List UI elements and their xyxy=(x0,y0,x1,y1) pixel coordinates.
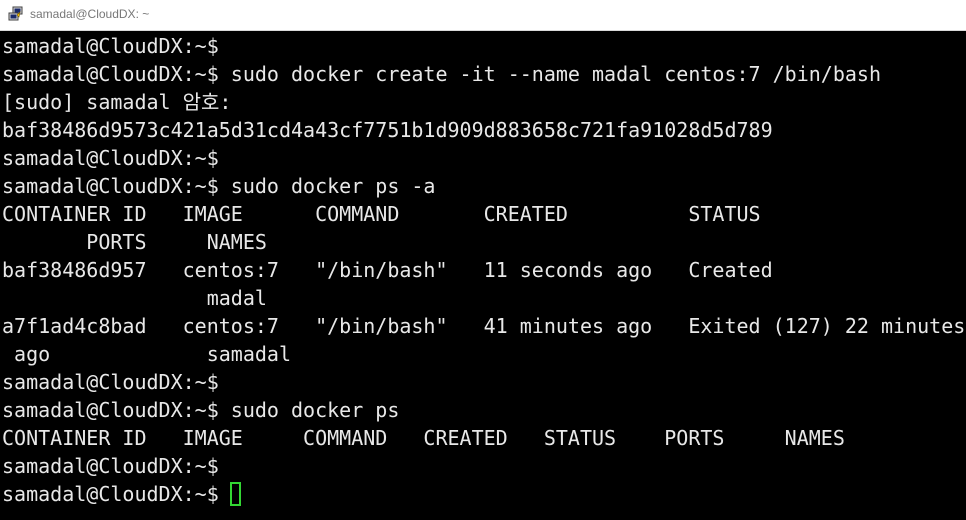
window-title: samadal@CloudDX: ~ xyxy=(30,7,150,21)
terminal-line: madal xyxy=(2,286,267,310)
terminal-line: samadal@CloudDX:~$ sudo docker ps xyxy=(2,398,400,422)
terminal-line: [sudo] samadal 암호: xyxy=(2,90,232,114)
terminal-line: baf38486d9573c421a5d31cd4a43cf7751b1d909… xyxy=(2,118,773,142)
terminal-line: samadal@CloudDX:~$ sudo docker create -i… xyxy=(2,62,881,86)
terminal-output[interactable]: samadal@CloudDX:~$ samadal@CloudDX:~$ su… xyxy=(0,31,966,520)
terminal-prompt-line: samadal@CloudDX:~$ xyxy=(2,482,231,506)
terminal-line: PORTS NAMES xyxy=(2,230,267,254)
terminal-line: ago samadal xyxy=(2,342,291,366)
putty-app-icon xyxy=(8,6,24,22)
terminal-line: baf38486d957 centos:7 "/bin/bash" 11 sec… xyxy=(2,258,773,282)
terminal-cursor xyxy=(230,482,241,506)
terminal-line: samadal@CloudDX:~$ xyxy=(2,146,219,170)
terminal-line: samadal@CloudDX:~$ xyxy=(2,34,219,58)
terminal-line: CONTAINER ID IMAGE COMMAND CREATED STATU… xyxy=(2,202,761,226)
title-bar[interactable]: samadal@CloudDX: ~ xyxy=(0,0,966,31)
terminal-window: samadal@CloudDX: ~ samadal@CloudDX:~$ sa… xyxy=(0,0,966,520)
terminal-line: CONTAINER ID IMAGE COMMAND CREATED STATU… xyxy=(2,426,845,450)
terminal-line: samadal@CloudDX:~$ sudo docker ps -a xyxy=(2,174,436,198)
terminal-line: samadal@CloudDX:~$ xyxy=(2,454,219,478)
terminal-line: a7f1ad4c8bad centos:7 "/bin/bash" 41 min… xyxy=(2,314,966,338)
terminal-line: samadal@CloudDX:~$ xyxy=(2,370,219,394)
